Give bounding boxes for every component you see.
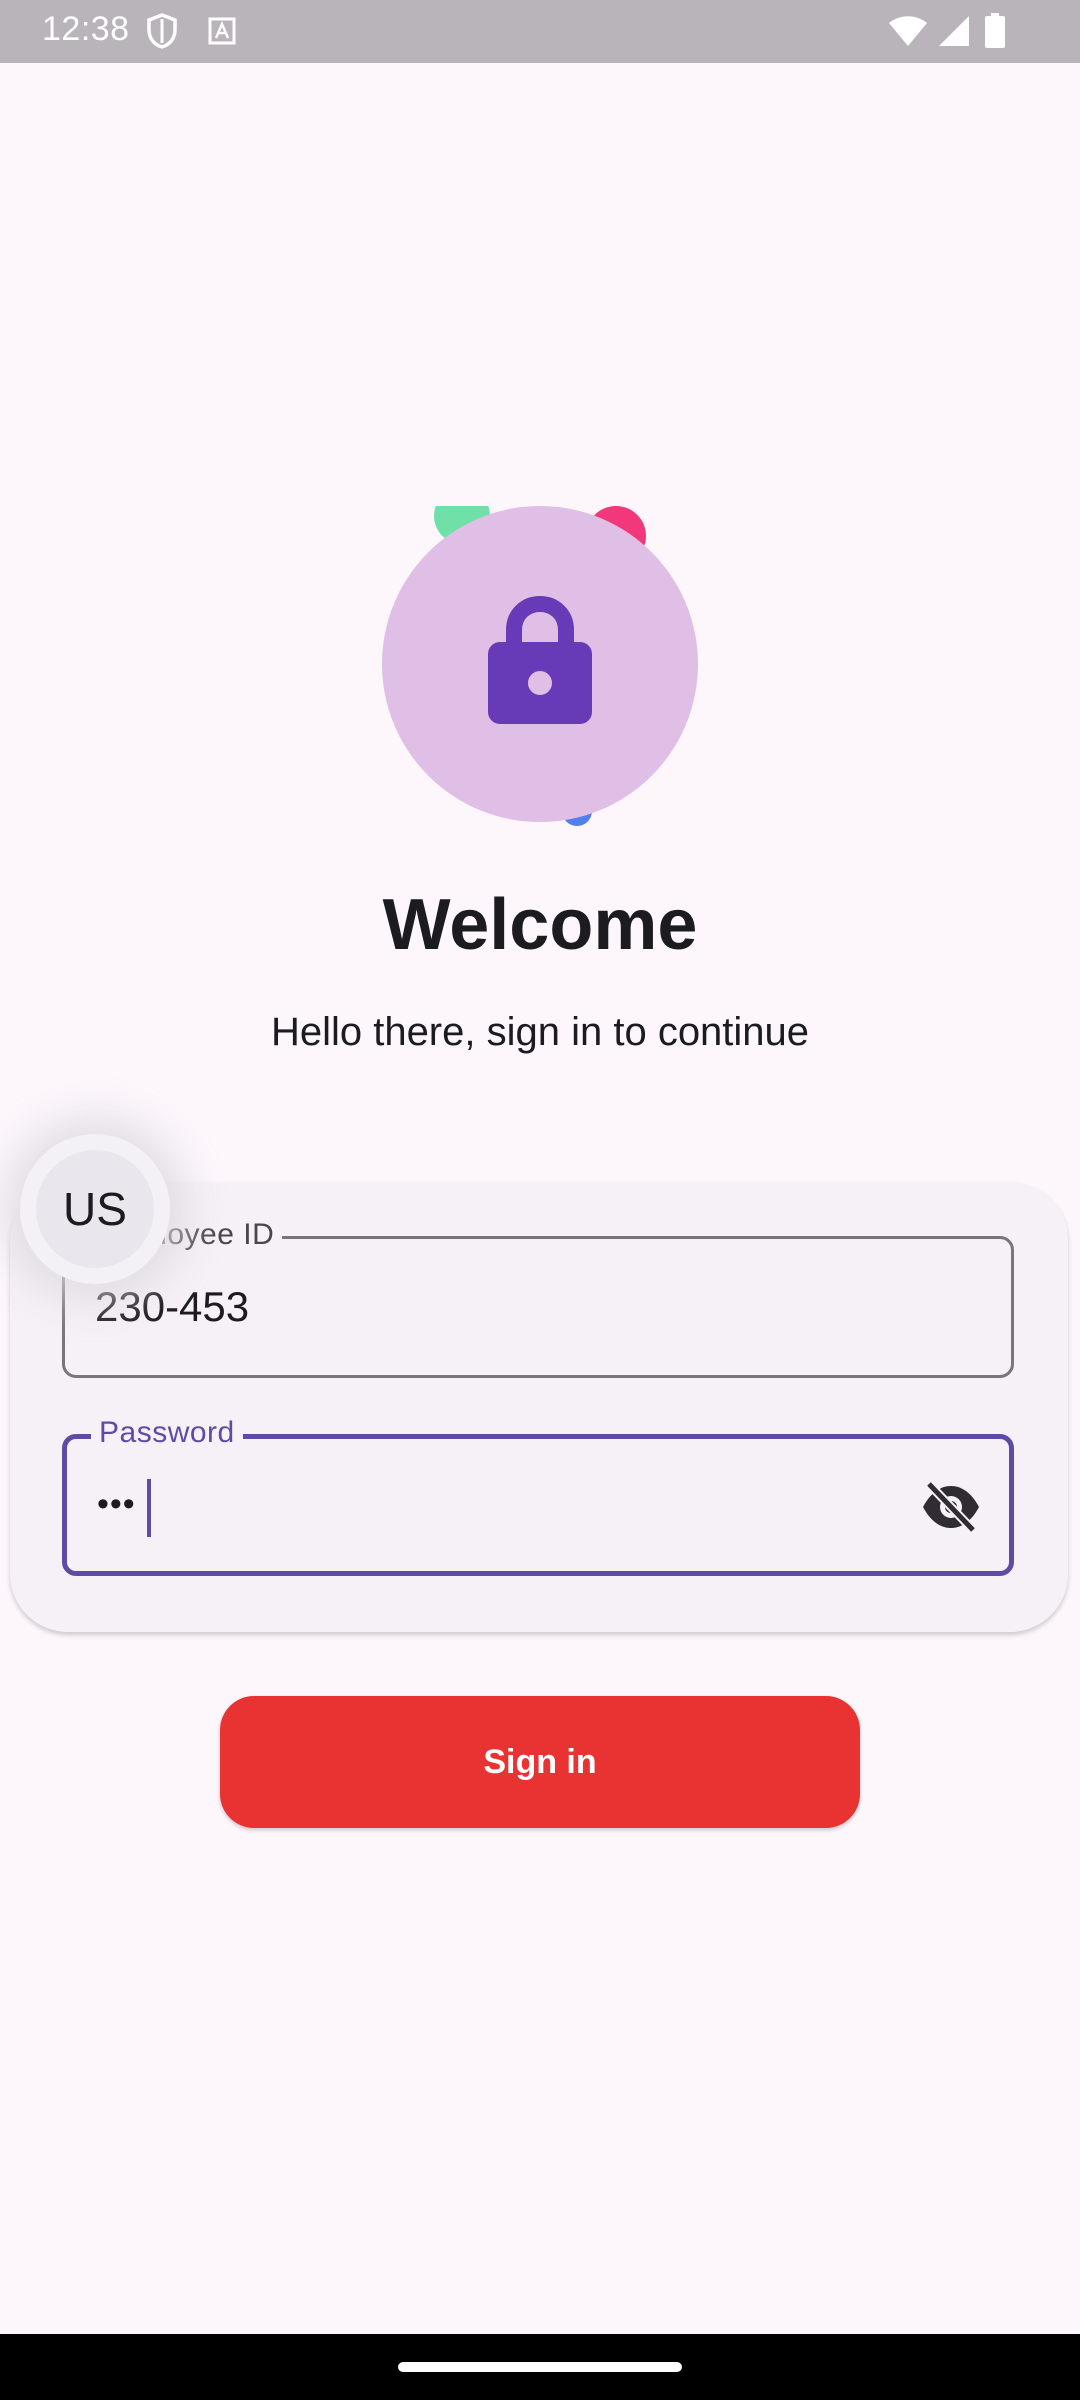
- text-caret: [147, 1479, 151, 1537]
- lock-icon: [486, 592, 594, 739]
- password-label: Password: [91, 1415, 243, 1451]
- visibility-off-icon[interactable]: [921, 1477, 981, 1537]
- home-indicator[interactable]: [398, 2362, 682, 2372]
- avatar[interactable]: US: [36, 1150, 154, 1268]
- password-value[interactable]: •••: [97, 1485, 136, 1524]
- text-a-icon: [208, 17, 236, 50]
- signal-icon: [938, 15, 970, 52]
- page-subtitle: Hello there, sign in to continue: [270, 1010, 810, 1054]
- wifi-icon: [888, 15, 928, 52]
- shield-icon: [146, 13, 178, 54]
- employee-id-value[interactable]: 230-453: [95, 1283, 249, 1331]
- decoration-mask: [420, 460, 660, 506]
- status-time: 12:38: [42, 10, 130, 48]
- battery-icon: [984, 13, 1006, 54]
- employee-id-field[interactable]: Employee ID 230-453: [62, 1217, 1014, 1378]
- page-title: Welcome: [382, 885, 698, 965]
- password-field[interactable]: Password •••: [62, 1415, 1014, 1576]
- status-bar: 12:38: [0, 0, 1080, 63]
- sign-in-button[interactable]: Sign in: [220, 1696, 860, 1828]
